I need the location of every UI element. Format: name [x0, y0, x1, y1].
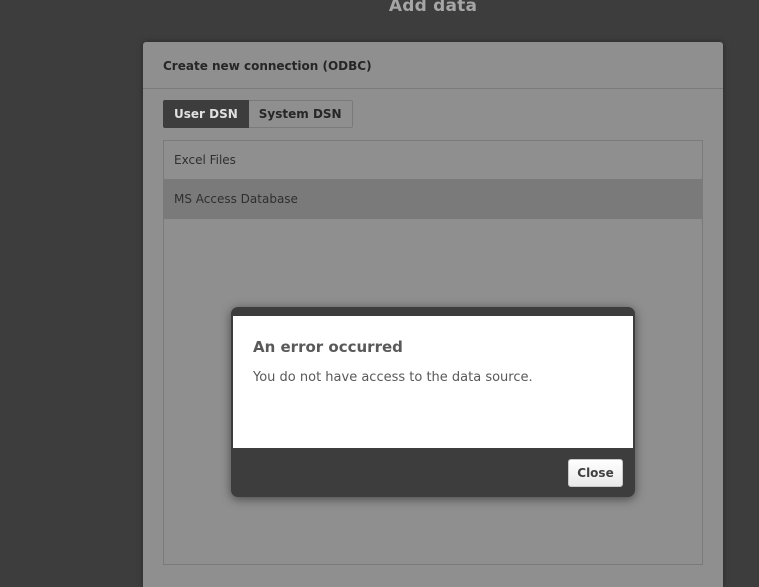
error-dialog-title: An error occurred [253, 338, 403, 356]
page-heading: Add data [388, 0, 478, 16]
close-button[interactable]: Close [568, 459, 623, 487]
tab-system-dsn[interactable]: System DSN [248, 100, 353, 128]
dsn-item-excel-files[interactable]: Excel Files [164, 141, 702, 180]
error-dialog-body: An error occurred You do not have access… [233, 316, 633, 448]
dsn-item-ms-access-database[interactable]: MS Access Database [164, 180, 702, 219]
dsn-tabs: User DSN System DSN [163, 100, 353, 128]
error-dialog-message: You do not have access to the data sourc… [253, 370, 533, 385]
panel-title: Create new connection (ODBC) [143, 42, 723, 89]
error-dialog: An error occurred You do not have access… [231, 307, 635, 497]
tab-user-dsn[interactable]: User DSN [163, 100, 249, 128]
